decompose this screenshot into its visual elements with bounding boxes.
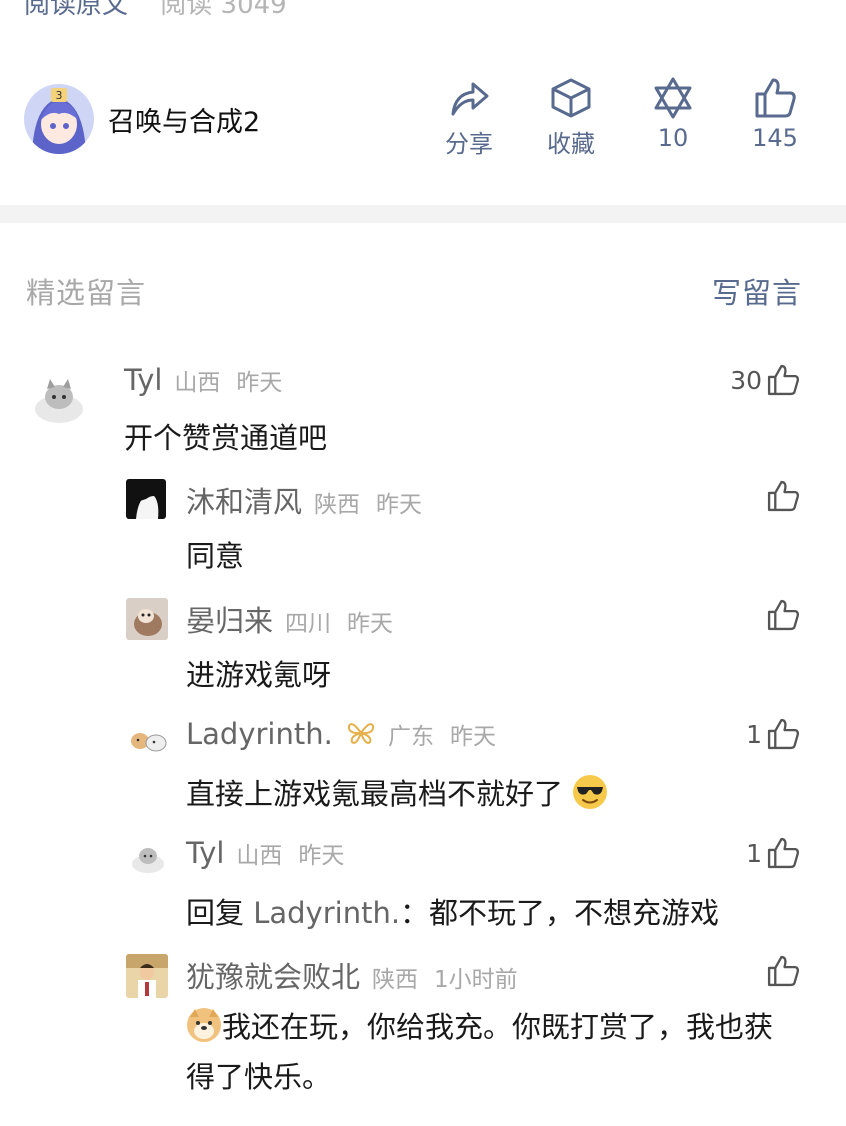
comment-like-count: 30 bbox=[730, 365, 762, 395]
avatar[interactable] bbox=[28, 373, 90, 429]
thumbs-up-icon bbox=[755, 78, 796, 118]
comment-text: 进游戏氪呀 bbox=[186, 658, 332, 692]
comment-like-button[interactable] bbox=[762, 479, 800, 513]
comment-region: 四川 bbox=[285, 611, 332, 637]
commenter-name[interactable]: 犹豫就会败北 陕西 1小时前 bbox=[186, 954, 518, 996]
share-button[interactable]: 分享 bbox=[424, 76, 514, 159]
comment-region: 山西 bbox=[236, 843, 283, 869]
avatar[interactable] bbox=[126, 479, 166, 519]
section-divider bbox=[0, 205, 846, 223]
thumbs-up-icon bbox=[767, 837, 799, 869]
like-button[interactable]: 145 bbox=[730, 76, 820, 152]
read-count: 阅读 3049 bbox=[160, 0, 287, 20]
commenter-name[interactable]: 沐和清风 陕西 昨天 bbox=[186, 479, 422, 521]
commenter-name[interactable]: Ladyrinth. 广东 昨天 bbox=[186, 717, 496, 751]
comment-text: 我还在玩，你给我充。你既打赏了，我也获得了快乐。 bbox=[186, 1002, 786, 1102]
doge-emoji-icon bbox=[187, 1008, 221, 1042]
write-comment-button[interactable]: 写留言 bbox=[712, 270, 802, 312]
comment-text: 同意 bbox=[186, 539, 245, 573]
author-avatar[interactable]: 3 bbox=[24, 84, 94, 154]
commenter-name[interactable]: Tyl 山西 昨天 bbox=[186, 836, 344, 870]
author-name[interactable]: 召唤与合成2 bbox=[108, 100, 260, 139]
like-count: 145 bbox=[752, 124, 798, 152]
cube-icon bbox=[551, 78, 591, 118]
commenter-name-text: 沐和清风 bbox=[186, 485, 303, 519]
reply-prefix: 回复 bbox=[186, 896, 254, 930]
share-label: 分享 bbox=[445, 130, 493, 158]
read-original-link[interactable]: 阅读原文 bbox=[24, 0, 128, 20]
comment-region: 山西 bbox=[174, 370, 221, 396]
comment-time: 昨天 bbox=[347, 611, 394, 637]
comment-region: 陕西 bbox=[314, 492, 361, 518]
comment-like-button[interactable] bbox=[762, 598, 800, 632]
avatar[interactable] bbox=[126, 954, 168, 998]
comment-like-button[interactable]: 30 bbox=[730, 363, 800, 397]
share-icon bbox=[451, 82, 489, 116]
comment-region: 陕西 bbox=[372, 967, 419, 993]
comment-region: 广东 bbox=[388, 724, 435, 750]
avatar[interactable] bbox=[128, 721, 168, 755]
butterfly-badge-icon bbox=[348, 723, 375, 744]
favorite-label: 收藏 bbox=[547, 130, 595, 158]
comment-text-content: 直接上游戏氪最高档不就好了 bbox=[186, 777, 564, 811]
commenter-name-text: Tyl bbox=[186, 836, 225, 870]
wow-button[interactable]: 10 bbox=[628, 76, 718, 152]
comment-like-button[interactable] bbox=[762, 954, 800, 988]
top-link-bar: 阅读原文 阅读 3049 bbox=[24, 0, 287, 21]
commenter-name[interactable]: 晏归来 四川 昨天 bbox=[186, 598, 393, 640]
wow-count: 10 bbox=[657, 124, 689, 152]
comment-time: 1小时前 bbox=[434, 967, 518, 993]
commenter-name-text: Ladyrinth. bbox=[186, 717, 333, 751]
comment-text: 回复 Ladyrinth.：都不玩了，不想充游戏 bbox=[186, 890, 719, 932]
comment-like-count: 1 bbox=[746, 838, 762, 868]
comment-time: 昨天 bbox=[376, 492, 423, 518]
thumbs-up-icon bbox=[767, 364, 799, 396]
comment-text-content: ：都不玩了，不想充游戏 bbox=[400, 896, 720, 930]
featured-comments-title: 精选留言 bbox=[26, 276, 147, 310]
comment-time: 昨天 bbox=[450, 724, 497, 750]
comment-like-button[interactable]: 1 bbox=[746, 717, 800, 751]
commenter-name[interactable]: Tyl 山西 昨天 bbox=[124, 363, 282, 397]
thumbs-up-icon bbox=[767, 955, 799, 987]
comment-time: 昨天 bbox=[236, 370, 283, 396]
thumbs-up-icon bbox=[767, 718, 799, 750]
reply-target-name[interactable]: Ladyrinth. bbox=[253, 896, 400, 930]
avatar[interactable] bbox=[126, 598, 168, 640]
comment-like-button[interactable]: 1 bbox=[746, 836, 800, 870]
commenter-name-text: 晏归来 bbox=[186, 604, 274, 638]
svg-text:3: 3 bbox=[56, 89, 63, 102]
commenter-name-text: 犹豫就会败北 bbox=[186, 960, 361, 994]
comment-text-content: 我还在玩，你给我充。你既打赏了，我也获得了快乐。 bbox=[186, 1010, 774, 1094]
comment-time: 昨天 bbox=[298, 843, 345, 869]
sunglasses-emoji-icon bbox=[573, 775, 608, 809]
star-of-david-icon bbox=[654, 77, 692, 119]
favorite-button[interactable]: 收藏 bbox=[526, 76, 616, 159]
avatar[interactable] bbox=[128, 840, 168, 876]
author-row: 3 召唤与合成2 分享 收藏 10 145 bbox=[0, 70, 846, 170]
comment-like-count: 1 bbox=[746, 719, 762, 749]
thumbs-up-icon bbox=[767, 480, 799, 512]
thumbs-up-icon bbox=[767, 599, 799, 631]
commenter-name-text: Tyl bbox=[124, 363, 163, 397]
comment-text: 直接上游戏氪最高档不就好了 bbox=[186, 771, 608, 813]
comment-text: 开个赞赏通道吧 bbox=[124, 421, 328, 455]
